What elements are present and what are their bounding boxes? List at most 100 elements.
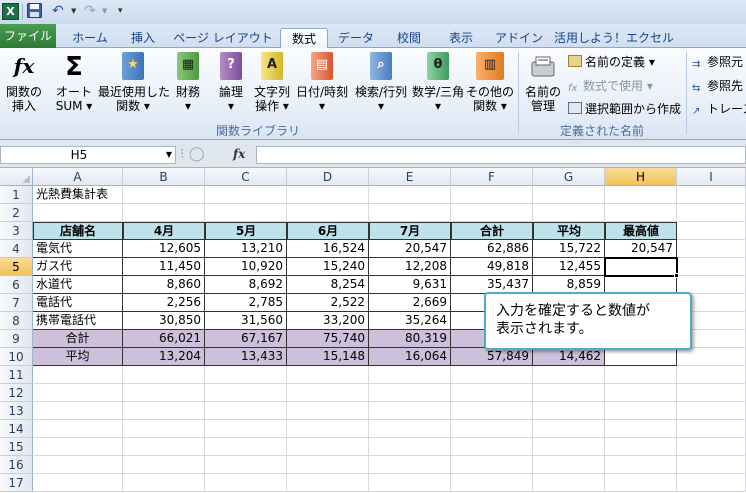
- cell[interactable]: [677, 258, 746, 276]
- summary-cell[interactable]: 80,319: [369, 330, 451, 348]
- table-cell[interactable]: 62,886: [451, 240, 533, 258]
- name-box[interactable]: H5 ▼: [0, 146, 176, 164]
- cell[interactable]: [369, 366, 451, 384]
- cell[interactable]: [369, 438, 451, 456]
- cell[interactable]: [605, 438, 677, 456]
- tab-home[interactable]: ホーム: [64, 28, 116, 49]
- cell[interactable]: [123, 384, 205, 402]
- row-header-3[interactable]: 3: [0, 222, 33, 240]
- financial-button[interactable]: ▦ 財務 ▾: [170, 52, 206, 113]
- column-header-D[interactable]: D: [287, 168, 369, 186]
- chevron-down-icon[interactable]: ▼: [166, 147, 172, 163]
- cell[interactable]: [677, 204, 746, 222]
- define-name-button[interactable]: 名前の定義 ▾: [568, 54, 655, 70]
- table-header[interactable]: 最高値: [605, 222, 677, 240]
- formula-bar-grip-icon[interactable]: ⁝ ◯: [180, 146, 212, 164]
- row-header-13[interactable]: 13: [0, 402, 33, 420]
- cell[interactable]: [451, 384, 533, 402]
- cell[interactable]: [451, 366, 533, 384]
- table-cell[interactable]: 15,240: [287, 258, 369, 276]
- row-header-4[interactable]: 4: [0, 240, 33, 258]
- cell[interactable]: [677, 186, 746, 204]
- row-header-10[interactable]: 10: [0, 348, 33, 366]
- table-header[interactable]: 平均: [533, 222, 605, 240]
- cell[interactable]: [605, 186, 677, 204]
- table-cell[interactable]: 20,547: [369, 240, 451, 258]
- table-cell[interactable]: 11,450: [123, 258, 205, 276]
- excel-app-icon[interactable]: X: [2, 3, 19, 20]
- trace-precedents-button[interactable]: ⇉ 参照元: [692, 54, 743, 70]
- table-cell[interactable]: 31,560: [205, 312, 287, 330]
- cell[interactable]: [287, 402, 369, 420]
- cell[interactable]: [33, 420, 123, 438]
- column-header-I[interactable]: I: [677, 168, 746, 186]
- cell[interactable]: [287, 474, 369, 492]
- column-header-B[interactable]: B: [123, 168, 205, 186]
- cell[interactable]: [205, 438, 287, 456]
- table-cell[interactable]: 9,631: [369, 276, 451, 294]
- redo-icon[interactable]: ↷: [84, 3, 100, 20]
- cell[interactable]: [205, 204, 287, 222]
- row-label[interactable]: ガス代: [33, 258, 123, 276]
- summary-cell[interactable]: [605, 348, 677, 366]
- table-header[interactable]: 合計: [451, 222, 533, 240]
- summary-cell[interactable]: 67,167: [205, 330, 287, 348]
- column-header-F[interactable]: F: [451, 168, 533, 186]
- summary-cell[interactable]: 13,433: [205, 348, 287, 366]
- cell[interactable]: [451, 438, 533, 456]
- customize-toolbar-icon[interactable]: ▾: [118, 3, 128, 20]
- cell[interactable]: [533, 366, 605, 384]
- cell[interactable]: [205, 420, 287, 438]
- cell[interactable]: [123, 438, 205, 456]
- cell[interactable]: [369, 384, 451, 402]
- tab-addins[interactable]: アドイン: [490, 28, 548, 49]
- summary-cell[interactable]: 57,849: [451, 348, 533, 366]
- table-cell[interactable]: 20,547: [605, 240, 677, 258]
- table-cell[interactable]: 16,524: [287, 240, 369, 258]
- autosum-button[interactable]: Σ オート SUM ▾: [52, 52, 96, 113]
- cell[interactable]: [677, 474, 746, 492]
- datetime-button[interactable]: ▤ 日付/時刻 ▾: [294, 52, 350, 113]
- cell[interactable]: [33, 402, 123, 420]
- cell[interactable]: [533, 204, 605, 222]
- select-all-button[interactable]: [0, 168, 33, 186]
- cell[interactable]: [287, 438, 369, 456]
- cell[interactable]: [205, 186, 287, 204]
- row-header-6[interactable]: 6: [0, 276, 33, 294]
- table-cell[interactable]: 12,455: [533, 258, 605, 276]
- lookup-button[interactable]: ⌕ 検索/行列 ▾: [352, 52, 410, 113]
- cell[interactable]: [451, 420, 533, 438]
- summary-cell[interactable]: 66,021: [123, 330, 205, 348]
- table-cell[interactable]: 8,860: [123, 276, 205, 294]
- cell[interactable]: [33, 474, 123, 492]
- cell[interactable]: [287, 186, 369, 204]
- cell[interactable]: [369, 204, 451, 222]
- cell[interactable]: [451, 204, 533, 222]
- formula-input[interactable]: [256, 146, 746, 164]
- recent-functions-button[interactable]: ★ 最近使用した 関数 ▾: [98, 52, 170, 113]
- row-header-1[interactable]: 1: [0, 186, 33, 204]
- table-cell[interactable]: 49,818: [451, 258, 533, 276]
- cell[interactable]: [677, 402, 746, 420]
- row-header-14[interactable]: 14: [0, 420, 33, 438]
- table-cell[interactable]: 8,692: [205, 276, 287, 294]
- redo-dropdown-icon[interactable]: ▼: [102, 3, 110, 20]
- row-label[interactable]: 水道代: [33, 276, 123, 294]
- table-cell[interactable]: 35,264: [369, 312, 451, 330]
- cell[interactable]: [287, 366, 369, 384]
- remove-arrows-button[interactable]: ↗トレース: [692, 101, 746, 117]
- summary-cell[interactable]: 14,462: [533, 348, 605, 366]
- cell[interactable]: [287, 204, 369, 222]
- table-cell[interactable]: 2,669: [369, 294, 451, 312]
- cell[interactable]: [123, 402, 205, 420]
- cell[interactable]: [677, 240, 746, 258]
- name-manager-button[interactable]: 名前の 管理: [522, 52, 564, 113]
- active-cell-h5[interactable]: [604, 257, 678, 277]
- tab-page-layout[interactable]: ページ レイアウト: [170, 28, 276, 49]
- insert-function-fx-icon[interactable]: fx: [233, 145, 245, 163]
- cell[interactable]: [677, 366, 746, 384]
- cell[interactable]: [533, 474, 605, 492]
- sheet-title[interactable]: 光熱費集計表: [33, 186, 112, 204]
- cell[interactable]: [605, 402, 677, 420]
- table-cell[interactable]: 2,785: [205, 294, 287, 312]
